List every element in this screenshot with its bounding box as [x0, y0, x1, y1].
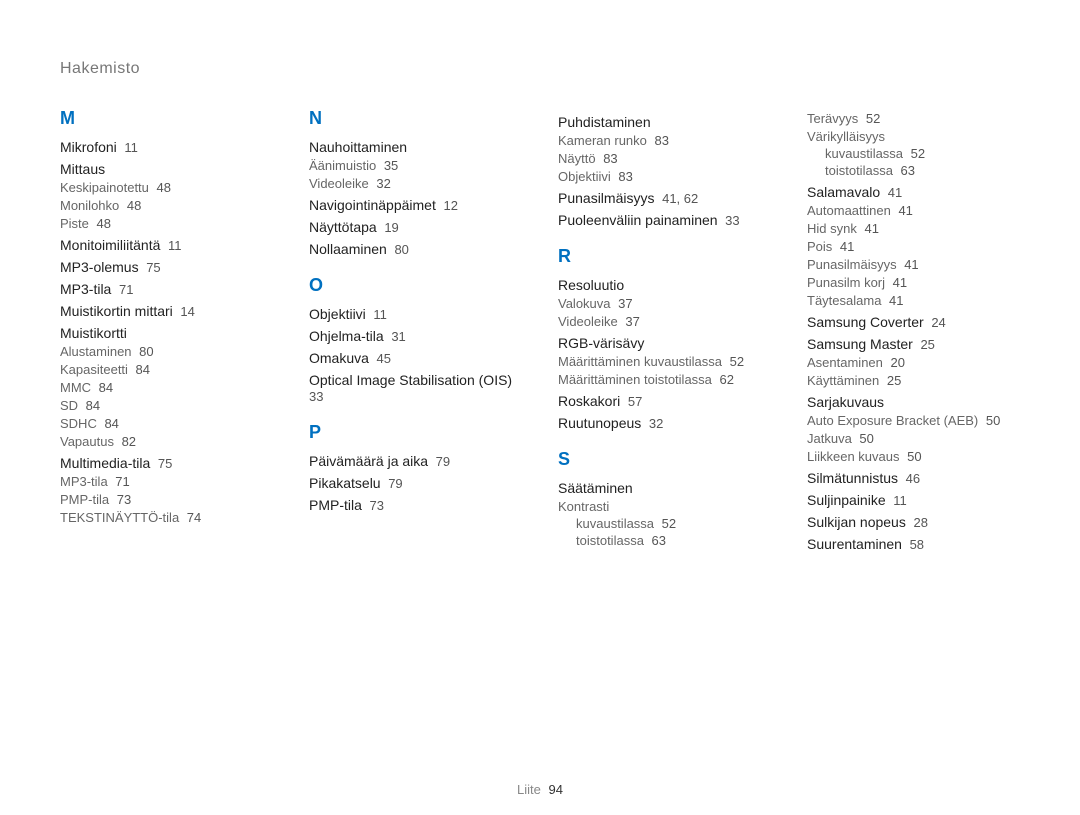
- index-letter: R: [558, 246, 771, 267]
- index-letter: O: [309, 275, 522, 296]
- index-entry[interactable]: Punasilmäisyys 41, 62: [558, 190, 771, 206]
- index-entry[interactable]: Näyttötapa 19: [309, 219, 522, 235]
- index-subentry[interactable]: Pois 41: [807, 239, 1020, 254]
- index-subentry[interactable]: Äänimuistio 35: [309, 158, 522, 173]
- index-subentry[interactable]: Punasilmäisyys 41: [807, 257, 1020, 272]
- index-subsubentry[interactable]: kuvaustilassa 52: [576, 516, 771, 531]
- index-subsubentry[interactable]: kuvaustilassa 52: [825, 146, 1020, 161]
- index-subentry[interactable]: Määrittäminen kuvaustilassa 52: [558, 354, 771, 369]
- index-entry[interactable]: Salamavalo 41: [807, 184, 1020, 200]
- index-subsubentry[interactable]: toistotilassa 63: [825, 163, 1020, 178]
- index-entry[interactable]: Multimedia-tila 75: [60, 455, 273, 471]
- index-entry[interactable]: Navigointinäppäimet 12: [309, 197, 522, 213]
- index-subentry[interactable]: SDHC 84: [60, 416, 273, 431]
- index-columns: M Mikrofoni 11 Mittaus Keskipainotettu 48 Mo…: [60, 108, 1020, 554]
- index-subentry[interactable]: Monilohko 48: [60, 198, 273, 213]
- index-subentry[interactable]: Vapautus 82: [60, 434, 273, 449]
- index-subentry[interactable]: Värikylläisyys: [807, 129, 1020, 144]
- index-letter: M: [60, 108, 273, 129]
- index-entry[interactable]: Silmätunnistus 46: [807, 470, 1020, 486]
- index-entry[interactable]: Ohjelma-tila 31: [309, 328, 522, 344]
- index-entry[interactable]: Ruutunopeus 32: [558, 415, 771, 431]
- index-entry[interactable]: Objektiivi 11: [309, 306, 522, 322]
- index-entry[interactable]: Mikrofoni 11: [60, 139, 273, 155]
- footer-label: Liite: [517, 782, 541, 797]
- index-entry[interactable]: Samsung Coverter 24: [807, 314, 1020, 330]
- index-subentry[interactable]: Objektiivi 83: [558, 169, 771, 184]
- index-subentry[interactable]: Kontrasti: [558, 499, 771, 514]
- index-entry[interactable]: Roskakori 57: [558, 393, 771, 409]
- index-subentry[interactable]: Keskipainotettu 48: [60, 180, 273, 195]
- index-subentry[interactable]: Auto Exposure Bracket (AEB) 50: [807, 413, 1020, 428]
- index-subentry[interactable]: Täytesalama 41: [807, 293, 1020, 308]
- index-subentry[interactable]: Valokuva 37: [558, 296, 771, 311]
- index-entry[interactable]: Suurentaminen 58: [807, 536, 1020, 552]
- index-entry[interactable]: Optical Image Stabilisation (OIS) 33: [309, 372, 522, 404]
- index-entry[interactable]: Resoluutio: [558, 277, 771, 293]
- index-entry[interactable]: Nauhoittaminen: [309, 139, 522, 155]
- index-entry[interactable]: Päivämäärä ja aika 79: [309, 453, 522, 469]
- index-entry[interactable]: RGB-värisävy: [558, 335, 771, 351]
- index-subentry[interactable]: Jatkuva 50: [807, 431, 1020, 446]
- index-entry[interactable]: Sulkijan nopeus 28: [807, 514, 1020, 530]
- index-subentry[interactable]: Kapasiteetti 84: [60, 362, 273, 377]
- index-entry[interactable]: Nollaaminen 80: [309, 241, 522, 257]
- index-letter: P: [309, 422, 522, 443]
- index-subentry[interactable]: MP3-tila 71: [60, 474, 273, 489]
- index-entry[interactable]: MP3-tila 71: [60, 281, 273, 297]
- index-entry[interactable]: Pikakatselu 79: [309, 475, 522, 491]
- index-entry[interactable]: Samsung Master 25: [807, 336, 1020, 352]
- index-entry[interactable]: PMP-tila 73: [309, 497, 522, 513]
- index-subentry[interactable]: TEKSTINÄYTTÖ-tila 74: [60, 510, 273, 525]
- index-column: M Mikrofoni 11 Mittaus Keskipainotettu 48 Mo…: [60, 108, 273, 554]
- index-column: N Nauhoittaminen Äänimuistio 35 Videoleike …: [309, 108, 522, 554]
- index-subentry[interactable]: Automaattinen 41: [807, 203, 1020, 218]
- index-entry[interactable]: Sarjakuvaus: [807, 394, 1020, 410]
- index-subentry[interactable]: Punasilm korj 41: [807, 275, 1020, 290]
- index-subentry[interactable]: Liikkeen kuvaus 50: [807, 449, 1020, 464]
- page-header: Hakemisto: [60, 60, 1020, 78]
- index-subentry[interactable]: Näyttö 83: [558, 151, 771, 166]
- index-entry[interactable]: Puoleenväliin painaminen 33: [558, 212, 771, 228]
- index-letter: S: [558, 449, 771, 470]
- index-subentry[interactable]: Asentaminen 20: [807, 355, 1020, 370]
- index-subentry[interactable]: Videoleike 37: [558, 314, 771, 329]
- index-subentry[interactable]: Käyttäminen 25: [807, 373, 1020, 388]
- index-subentry[interactable]: Piste 48: [60, 216, 273, 231]
- index-subentry[interactable]: PMP-tila 73: [60, 492, 273, 507]
- index-letter: N: [309, 108, 522, 129]
- index-subentry[interactable]: Terävyys 52: [807, 111, 1020, 126]
- index-subentry[interactable]: MMC 84: [60, 380, 273, 395]
- index-subentry[interactable]: Alustaminen 80: [60, 344, 273, 359]
- index-subentry[interactable]: Hid synk 41: [807, 221, 1020, 236]
- index-column: Puhdistaminen Kameran runko 83 Näyttö 83 Ob…: [558, 108, 771, 554]
- index-entry[interactable]: Muistikortti: [60, 325, 273, 341]
- index-entry[interactable]: Monitoimiliitäntä 11: [60, 237, 273, 253]
- index-column: Terävyys 52 Värikylläisyys kuvaustilassa 5…: [807, 108, 1020, 554]
- index-entry[interactable]: Puhdistaminen: [558, 114, 771, 130]
- index-subentry[interactable]: Videoleike 32: [309, 176, 522, 191]
- index-entry[interactable]: Omakuva 45: [309, 350, 522, 366]
- index-subentry[interactable]: Kameran runko 83: [558, 133, 771, 148]
- index-subsubentry[interactable]: toistotilassa 63: [576, 533, 771, 548]
- index-entry[interactable]: Suljinpainike 11: [807, 492, 1020, 508]
- page-footer: Liite 94: [0, 782, 1080, 797]
- footer-page: 94: [549, 782, 563, 797]
- index-entry[interactable]: Mittaus: [60, 161, 273, 177]
- index-entry[interactable]: MP3-olemus 75: [60, 259, 273, 275]
- index-entry[interactable]: Säätäminen: [558, 480, 771, 496]
- index-subentry[interactable]: SD 84: [60, 398, 273, 413]
- index-entry[interactable]: Muistikortin mittari 14: [60, 303, 273, 319]
- index-subentry[interactable]: Määrittäminen toistotilassa 62: [558, 372, 771, 387]
